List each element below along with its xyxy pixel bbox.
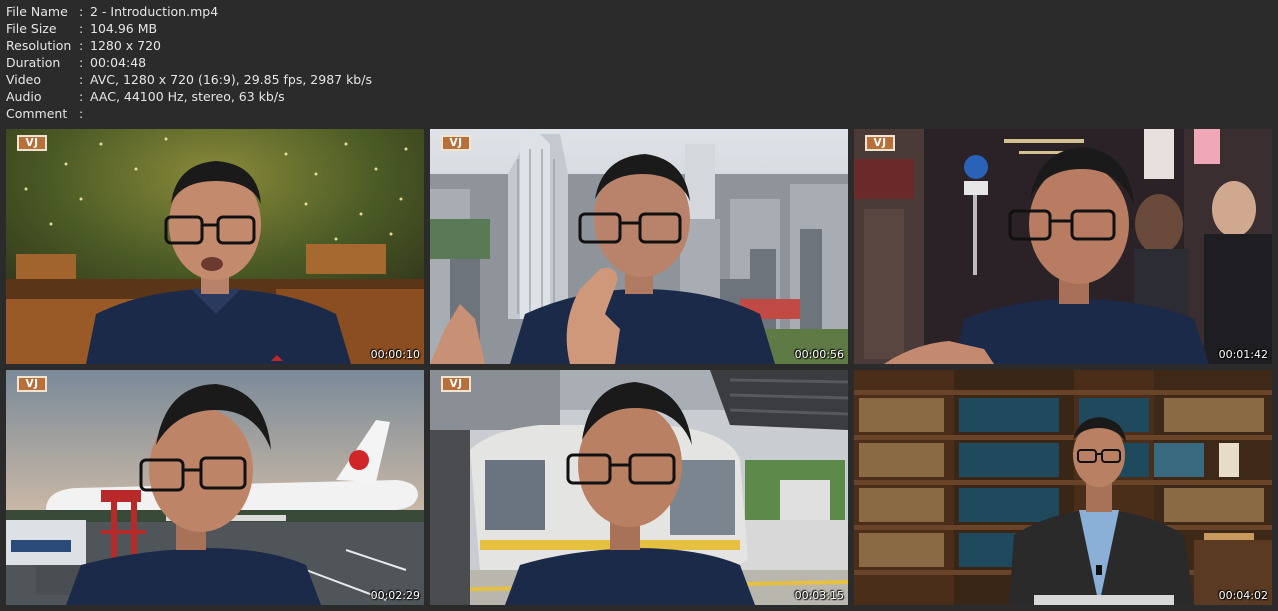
thumbnail-frame-night-alley — [854, 129, 1272, 364]
video-thumbnail-3[interactable]: VJ 00:01:42 — [854, 129, 1272, 364]
info-separator: : — [79, 4, 84, 19]
thumbnail-frame-airport — [6, 370, 424, 605]
info-key: File Size — [6, 21, 57, 36]
info-value: 1280 x 720 — [90, 38, 162, 53]
info-row-audio: Audio : AAC, 44100 Hz, stereo, 63 kb/s — [6, 88, 372, 105]
info-key: Duration — [6, 55, 61, 70]
video-thumbnail-4[interactable]: VJ 00:02:29 — [6, 370, 424, 605]
info-key: Audio — [6, 89, 42, 104]
thumbnail-frame-restaurant — [6, 129, 424, 364]
info-value: AVC, 1280 x 720 (16:9), 29.85 fps, 2987 … — [90, 72, 372, 87]
thumbnail-timestamp: 00:02:29 — [370, 589, 420, 602]
vj-badge: VJ — [17, 135, 47, 151]
info-row-resolution: Resolution : 1280 x 720 — [6, 37, 372, 54]
info-separator: : — [79, 38, 84, 53]
video-thumbnail-6[interactable]: 00:04:02 — [854, 370, 1272, 605]
video-thumbnail-2[interactable]: VJ 00:00:56 — [430, 129, 848, 364]
thumbnail-timestamp: 00:00:10 — [370, 348, 420, 361]
vj-badge: VJ — [441, 135, 471, 151]
info-value: 104.96 MB — [90, 21, 158, 36]
vj-badge: VJ — [441, 376, 471, 392]
thumbnail-frame-skyline — [430, 129, 848, 364]
thumbnail-frame-bookshelf — [854, 370, 1272, 605]
thumbnail-timestamp: 00:01:42 — [1218, 348, 1268, 361]
info-separator: : — [79, 106, 84, 121]
info-key: Resolution — [6, 38, 72, 53]
file-info-panel: File Name : 2 - Introduction.mp4 File Si… — [6, 3, 372, 122]
thumbnail-timestamp: 00:00:56 — [794, 348, 844, 361]
info-row-video: Video : AVC, 1280 x 720 (16:9), 29.85 fp… — [6, 71, 372, 88]
info-row-file-name: File Name : 2 - Introduction.mp4 — [6, 3, 372, 20]
video-thumbnail-1[interactable]: VJ 00:00:10 — [6, 129, 424, 364]
info-value: AAC, 44100 Hz, stereo, 63 kb/s — [90, 89, 285, 104]
thumbnail-timestamp: 00:04:02 — [1218, 589, 1268, 602]
info-row-file-size: File Size : 104.96 MB — [6, 20, 372, 37]
info-separator: : — [79, 89, 84, 104]
info-key: File Name — [6, 4, 68, 19]
info-separator: : — [79, 21, 84, 36]
video-thumbnail-5[interactable]: VJ 00:03:15 — [430, 370, 848, 605]
thumbnail-frame-tram — [430, 370, 848, 605]
info-value: 00:04:48 — [90, 55, 147, 70]
info-row-comment: Comment : — [6, 105, 372, 122]
info-key: Video — [6, 72, 42, 87]
info-separator: : — [79, 55, 84, 70]
thumbnail-grid: VJ 00:00:10 VJ 00:00:56 VJ 00:01:42 VJ 0… — [6, 129, 1272, 605]
thumbnail-timestamp: 00:03:15 — [794, 589, 844, 602]
info-value: 2 - Introduction.mp4 — [90, 4, 219, 19]
vj-badge: VJ — [17, 376, 47, 392]
info-key: Comment — [6, 106, 68, 121]
info-row-duration: Duration : 00:04:48 — [6, 54, 372, 71]
vj-badge: VJ — [865, 135, 895, 151]
info-separator: : — [79, 72, 84, 87]
